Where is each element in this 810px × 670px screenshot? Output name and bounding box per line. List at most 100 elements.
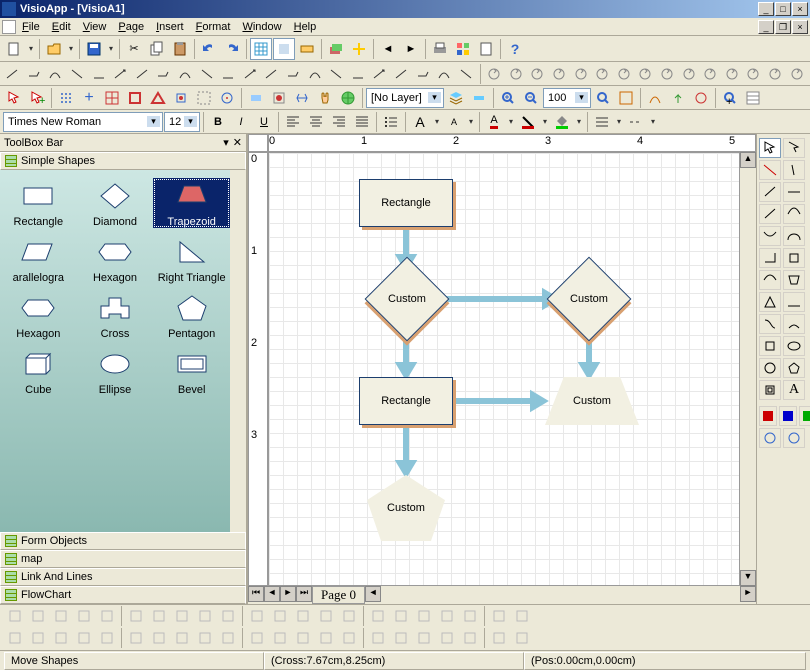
print-button[interactable] [429, 38, 451, 60]
rotate-tool-13[interactable] [765, 63, 786, 85]
connector-tool-6[interactable] [133, 63, 154, 85]
align-tool-0-20[interactable] [488, 606, 510, 626]
draw-tool-19[interactable] [783, 336, 805, 356]
draw-tool-5[interactable] [783, 182, 805, 202]
minimize-button[interactable]: _ [758, 2, 774, 16]
draw-tool-2[interactable] [759, 160, 781, 180]
paste-button[interactable] [169, 38, 191, 60]
draw-tool-11[interactable] [783, 248, 805, 268]
connector-tool-15[interactable] [327, 63, 348, 85]
redo-button[interactable] [221, 38, 243, 60]
open-button[interactable] [43, 38, 65, 60]
connector-tool-13[interactable] [284, 63, 305, 85]
align-tool-1-18[interactable] [436, 628, 458, 648]
connector-tool-2[interactable] [46, 63, 67, 85]
prev-page-button[interactable]: ◄ [377, 38, 399, 60]
preview-button[interactable] [452, 38, 474, 60]
font-big[interactable]: A [409, 111, 431, 133]
rotate-tool-4[interactable] [570, 63, 591, 85]
draw-tool-10[interactable] [759, 248, 781, 268]
connector-tool-20[interactable] [435, 63, 456, 85]
fill-color[interactable] [551, 111, 573, 133]
tool-b[interactable] [268, 87, 290, 109]
select-tool[interactable] [3, 87, 25, 109]
draw-tool-13[interactable] [783, 270, 805, 290]
shape-diamond[interactable]: Diamond [77, 178, 154, 228]
zoom-fit[interactable] [592, 87, 614, 109]
align-tool-1-12[interactable] [292, 628, 314, 648]
copy-button[interactable] [146, 38, 168, 60]
tool-c[interactable] [291, 87, 313, 109]
crop-tool[interactable] [124, 87, 146, 109]
draw-tool-8[interactable] [759, 226, 781, 246]
category-form-objects[interactable]: Form Objects [0, 532, 246, 550]
align-tool-1-0[interactable] [4, 628, 26, 648]
help-button[interactable]: ? [504, 38, 526, 60]
connector-tool-10[interactable] [219, 63, 240, 85]
misc-tool-0[interactable] [759, 428, 781, 448]
draw-tool-18[interactable] [759, 336, 781, 356]
align-tool-1-19[interactable] [459, 628, 481, 648]
align-tool-1-15[interactable] [367, 628, 389, 648]
tool-x1[interactable] [644, 87, 666, 109]
rotate-tool-12[interactable] [743, 63, 764, 85]
toolbox-close-icon[interactable]: ✕ [233, 136, 242, 149]
rotate-tool-9[interactable] [678, 63, 699, 85]
connector-tool-18[interactable] [392, 63, 413, 85]
align-tool-1-16[interactable] [390, 628, 412, 648]
close-button[interactable]: × [792, 2, 808, 16]
rotate-tool-8[interactable] [657, 63, 678, 85]
mdi-close-button[interactable]: × [792, 20, 808, 34]
triangle-tool[interactable] [147, 87, 169, 109]
align-tool-0-2[interactable] [50, 606, 72, 626]
menu-page[interactable]: Page [112, 20, 150, 34]
align-center[interactable] [305, 111, 327, 133]
align-left[interactable] [282, 111, 304, 133]
shape-ellipse[interactable]: Ellipse [77, 346, 154, 396]
globe-icon[interactable] [337, 87, 359, 109]
rotate-tool-2[interactable] [527, 63, 548, 85]
align-tool-1-10[interactable] [246, 628, 268, 648]
rotate-tool-14[interactable] [786, 63, 807, 85]
shape-pentagon[interactable]: Pentagon [153, 290, 230, 340]
align-tool-0-19[interactable] [459, 606, 481, 626]
grid-dots[interactable] [55, 87, 77, 109]
align-tool-1-9[interactable] [217, 628, 239, 648]
align-tool-1-13[interactable] [315, 628, 337, 648]
menu-format[interactable]: Format [190, 20, 237, 34]
align-tool-0-18[interactable] [436, 606, 458, 626]
category-flowchart[interactable]: FlowChart [0, 586, 246, 604]
align-tool-1-6[interactable] [148, 628, 170, 648]
align-tool-1-3[interactable] [73, 628, 95, 648]
align-tool-0-1[interactable] [27, 606, 49, 626]
add-button[interactable] [348, 38, 370, 60]
rotate-tool-6[interactable] [614, 63, 635, 85]
category-link-and-lines[interactable]: Link And Lines [0, 568, 246, 586]
shape-bevel[interactable]: Bevel [153, 346, 230, 396]
draw-tool-7[interactable] [783, 204, 805, 224]
connector-tool-21[interactable] [456, 63, 477, 85]
connector-tool-8[interactable] [176, 63, 197, 85]
draw-tool-16[interactable] [759, 314, 781, 334]
menu-insert[interactable]: Insert [150, 20, 190, 34]
align-tool-1-17[interactable] [413, 628, 435, 648]
align-tool-0-11[interactable] [269, 606, 291, 626]
toolbox-pin-icon[interactable]: ▾ [223, 136, 229, 149]
hand-tool[interactable] [314, 87, 336, 109]
menu-window[interactable]: Window [236, 20, 287, 34]
tab-first[interactable]: ⏮ [248, 586, 264, 602]
draw-tool-17[interactable] [783, 314, 805, 334]
connector-tool-19[interactable] [413, 63, 434, 85]
connector-tool-12[interactable] [262, 63, 283, 85]
dash-style[interactable] [625, 111, 647, 133]
align-tool-0-10[interactable] [246, 606, 268, 626]
shape-trapezoid[interactable]: Trapezoid [153, 178, 230, 228]
snap-toggle[interactable] [273, 38, 295, 60]
line-style[interactable] [591, 111, 613, 133]
underline-button[interactable]: U [253, 111, 275, 133]
connector-tool-17[interactable] [370, 63, 391, 85]
connector-tool-14[interactable] [305, 63, 326, 85]
category-map[interactable]: map [0, 550, 246, 568]
draw-tool-0[interactable] [759, 138, 781, 158]
align-tool-0-5[interactable] [125, 606, 147, 626]
